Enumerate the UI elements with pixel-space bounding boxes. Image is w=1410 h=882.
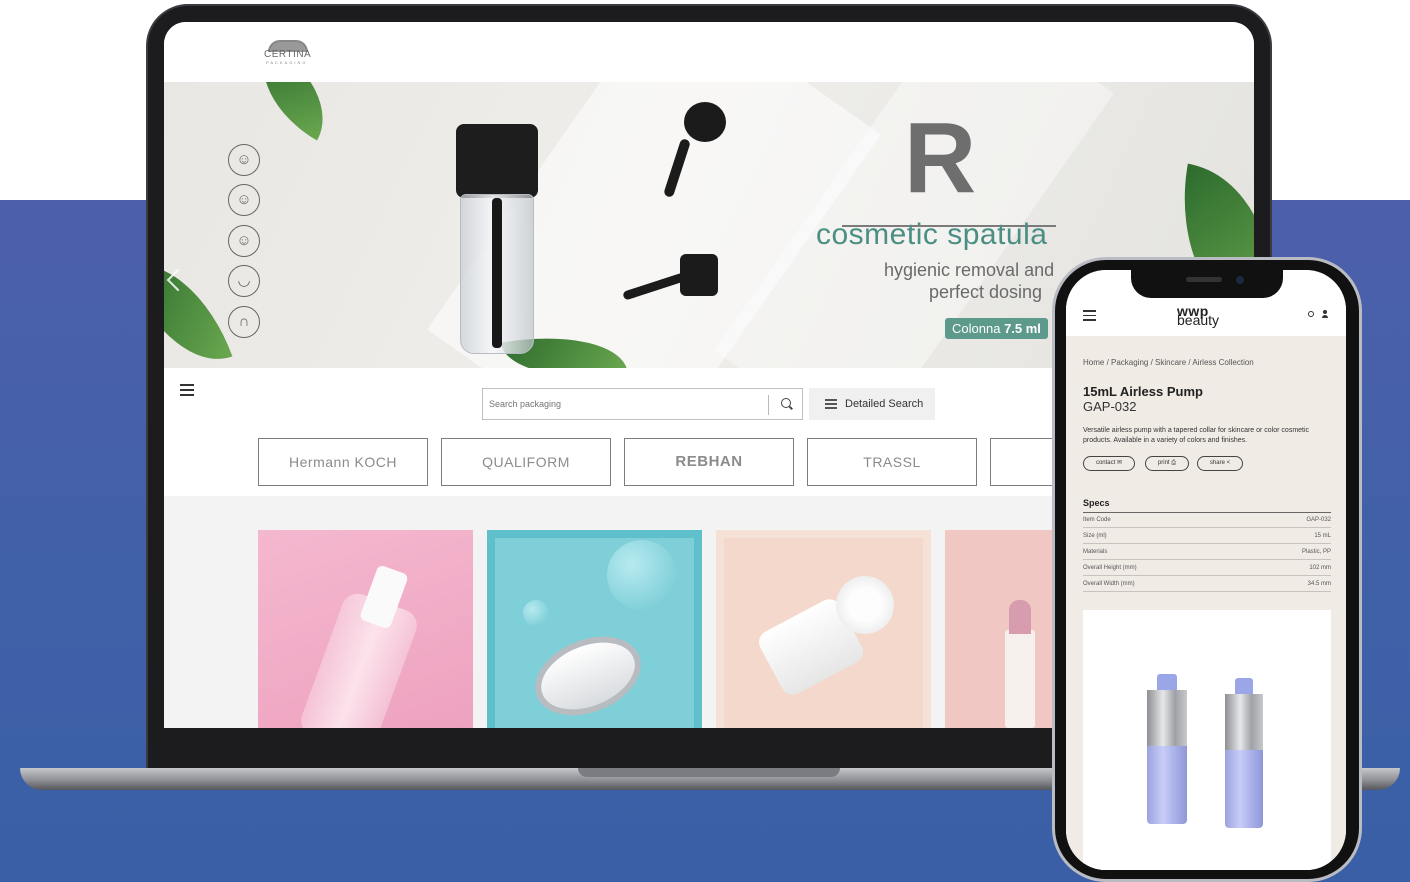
product-image [1083, 610, 1331, 870]
spec-label: Overall Height (mm) [1083, 565, 1137, 571]
fingernail-icon[interactable]: ∩ [228, 306, 260, 338]
search-divider [768, 395, 769, 415]
logo-sub: PACKAGING [266, 60, 308, 65]
product-jar-image [456, 124, 538, 356]
filter-sliders-icon [825, 399, 837, 409]
laptop-notch [578, 768, 840, 777]
phone-camera [1236, 276, 1244, 284]
badge-prefix: Colonna [952, 321, 1001, 336]
lipstick-image [1005, 630, 1035, 728]
product-tile-peach[interactable] [716, 530, 931, 728]
spatula-image [680, 254, 718, 296]
brand-koch[interactable]: Hermann KOCH [258, 438, 428, 486]
spec-value: 34.5 mm [1307, 581, 1331, 587]
brand-trassl[interactable]: TRASSL [807, 438, 977, 486]
detailed-search-label: Detailed Search [845, 398, 924, 410]
pump-bottle-image [296, 589, 422, 728]
product-description: Versatile airless pump with a tapered co… [1083, 427, 1310, 444]
wwp-logo-line2[interactable]: beauty [1177, 312, 1219, 328]
brand-label: QUALIFORM [482, 454, 570, 470]
breadcrumb[interactable]: Home / Packaging / Skincare / Airless Co… [1083, 358, 1254, 367]
product-tile-blue[interactable] [487, 530, 702, 728]
search-icon[interactable] [1308, 311, 1314, 317]
bubble-decoration [523, 600, 549, 626]
hero-subtitle-line1: hygienic removal and [884, 260, 1055, 280]
contact-button[interactable]: contact ✉ [1083, 456, 1135, 471]
spec-label: Size (ml) [1083, 533, 1107, 539]
face-front-icon[interactable]: ☺ [228, 225, 260, 257]
spec-label: Materials [1083, 549, 1108, 555]
spec-label: Overall Width (mm) [1083, 581, 1135, 587]
search-box [482, 388, 803, 420]
phone-speaker [1186, 277, 1222, 282]
menu-icon[interactable] [180, 384, 194, 396]
site-header: CERTINA PACKAGING [164, 22, 1254, 82]
face-profile-icon[interactable]: ☺ [228, 184, 260, 216]
spec-row: Overall Height (mm) 102 mm [1083, 561, 1331, 576]
spec-value: Plastic, PP [1301, 549, 1331, 555]
hero-badge[interactable]: Colonna 7.5 ml [945, 318, 1048, 339]
spatula-image [684, 102, 726, 142]
brand-label: REBHAN [675, 453, 743, 470]
brand-label: Hermann KOCH [289, 454, 397, 470]
leaf-decoration [239, 82, 347, 141]
specs-title: Specs [1083, 498, 1110, 508]
spec-row: Materials Plastic, PP [1083, 545, 1331, 560]
certina-logo[interactable]: CERTINA PACKAGING [262, 38, 316, 66]
spec-row: Item Code GAP-032 [1083, 513, 1331, 528]
logo-name: CERTINA [264, 49, 312, 60]
spec-value: GAP-032 [1306, 517, 1331, 523]
phone-screen: wwp beauty Home / Packaging / Skincare /… [1066, 270, 1346, 870]
product-tile-pink[interactable] [258, 530, 473, 728]
face-profile-icon[interactable]: ☺ [228, 144, 260, 176]
spec-row: Size (ml) 15 mL [1083, 529, 1331, 544]
brand-rebhan[interactable]: REBHAN [624, 438, 794, 486]
search-icon[interactable] [781, 398, 791, 408]
spec-label: Item Code [1083, 517, 1111, 523]
spec-row: Overall Width (mm) 34.5 mm [1083, 577, 1331, 592]
product-detail: Home / Packaging / Skincare / Airless Co… [1066, 336, 1346, 870]
airless-pump-image [1225, 678, 1263, 828]
spec-value: 15 mL [1314, 533, 1331, 539]
product-code: GAP-032 [1083, 399, 1137, 414]
print-button[interactable]: print ⎙ [1145, 456, 1189, 471]
menu-icon[interactable] [1083, 310, 1096, 321]
user-icon[interactable] [1322, 310, 1328, 319]
lipstick-bullet-image [1009, 600, 1031, 634]
detailed-search-button[interactable]: Detailed Search [809, 388, 935, 420]
spec-value: 102 mm [1309, 565, 1331, 571]
product-title: 15mL Airless Pump [1083, 384, 1203, 399]
flip-lid-image [836, 576, 894, 634]
phone-notch [1131, 268, 1283, 298]
lips-icon[interactable]: ◡ [228, 265, 260, 297]
badge-value: 7.5 ml [1004, 321, 1041, 336]
brand-qualiform[interactable]: QUALIFORM [441, 438, 611, 486]
share-button[interactable]: share < [1197, 456, 1243, 471]
airless-pump-image [1147, 674, 1187, 824]
brand-label: TRASSL [863, 454, 921, 470]
leaf-decoration [164, 243, 233, 368]
hero-title: cosmetic spatula [816, 218, 1048, 251]
bubble-decoration [607, 540, 677, 610]
hero-subtitle-line2: perfect dosing [929, 282, 1043, 302]
search-input[interactable] [483, 389, 763, 419]
hero-letter: R [904, 102, 977, 214]
